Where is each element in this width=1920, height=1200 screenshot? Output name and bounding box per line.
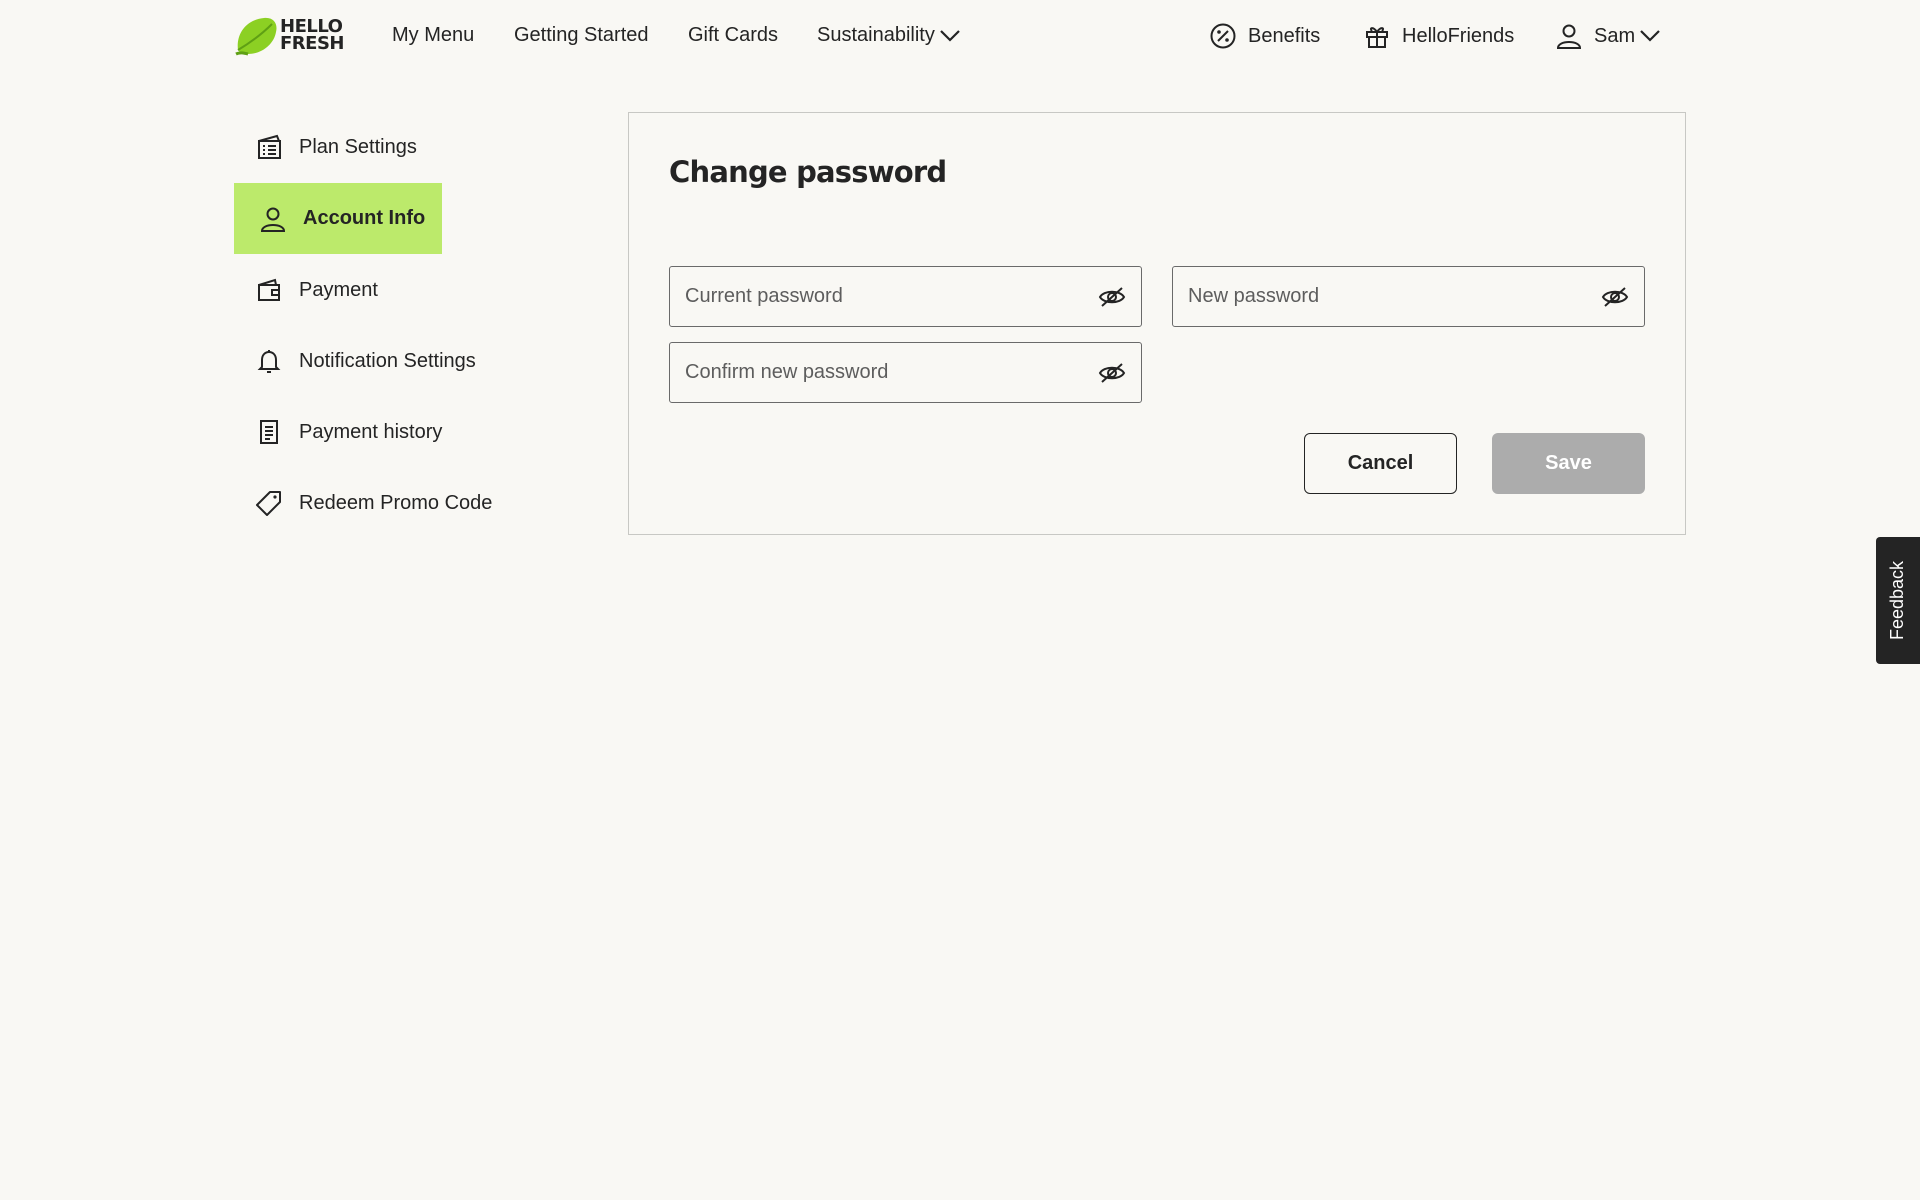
current-password-input[interactable] xyxy=(670,267,1141,326)
percent-badge-icon xyxy=(1208,21,1238,51)
lime-logo-icon xyxy=(235,17,277,56)
nav-gift-cards[interactable]: Gift Cards xyxy=(688,24,778,47)
logo-wordmark: HELLO FRESH xyxy=(280,16,344,54)
sidebar-item-payment-history[interactable]: Payment history xyxy=(234,397,442,467)
confirm-password-field xyxy=(669,342,1142,403)
sidebar-item-plan-settings[interactable]: Plan Settings xyxy=(234,112,417,182)
nav-hellofriends[interactable]: HelloFriends xyxy=(1362,20,1514,52)
user-icon xyxy=(1554,21,1584,51)
tag-icon xyxy=(254,488,284,518)
eye-slash-icon[interactable] xyxy=(1600,282,1630,312)
new-password-field xyxy=(1172,266,1645,327)
sidebar-item-payment[interactable]: Payment xyxy=(234,255,378,325)
receipt-icon xyxy=(254,417,284,447)
hellofresh-logo[interactable]: HELLO FRESH xyxy=(234,14,354,56)
plan-icon xyxy=(254,132,284,162)
gift-icon xyxy=(1362,21,1392,51)
chevron-down-icon xyxy=(940,29,960,42)
chevron-down-icon xyxy=(1640,30,1660,42)
sidebar-item-label: Notification Settings xyxy=(299,349,476,372)
save-button[interactable]: Save xyxy=(1492,433,1645,494)
current-password-field xyxy=(669,266,1142,327)
user-icon xyxy=(258,204,288,234)
nav-benefits[interactable]: Benefits xyxy=(1208,20,1320,52)
nav-getting-started[interactable]: Getting Started xyxy=(514,24,649,47)
cancel-button[interactable]: Cancel xyxy=(1304,433,1457,494)
sidebar-item-notification-settings[interactable]: Notification Settings xyxy=(234,326,476,396)
nav-sustainability[interactable]: Sustainability xyxy=(817,24,961,47)
eye-slash-icon[interactable] xyxy=(1097,358,1127,388)
feedback-label: Feedback xyxy=(1887,560,1908,641)
new-password-input[interactable] xyxy=(1173,267,1644,326)
bell-icon xyxy=(254,346,284,376)
user-menu[interactable]: Sam xyxy=(1554,20,1661,52)
card-title: Change password xyxy=(669,155,947,189)
sidebar-item-redeem-promo-code[interactable]: Redeem Promo Code xyxy=(234,468,492,538)
sidebar-item-account-info[interactable]: Account Info xyxy=(234,183,442,254)
sidebar-item-label: Plan Settings xyxy=(299,135,417,158)
sidebar-item-label: Redeem Promo Code xyxy=(299,491,493,514)
wallet-icon xyxy=(254,275,284,305)
feedback-tab[interactable]: Feedback xyxy=(1876,537,1920,664)
confirm-password-input[interactable] xyxy=(670,343,1141,402)
top-nav: HELLO FRESH My Menu Getting Started Gift… xyxy=(0,0,1920,72)
sidebar-item-label: Payment history xyxy=(299,420,443,443)
sidebar-item-label: Payment xyxy=(299,278,378,301)
sidebar-item-label: Account Info xyxy=(303,207,426,229)
change-password-card: Change password Cancel Save xyxy=(628,112,1686,535)
eye-slash-icon[interactable] xyxy=(1097,282,1127,312)
nav-my-menu[interactable]: My Menu xyxy=(392,24,474,47)
